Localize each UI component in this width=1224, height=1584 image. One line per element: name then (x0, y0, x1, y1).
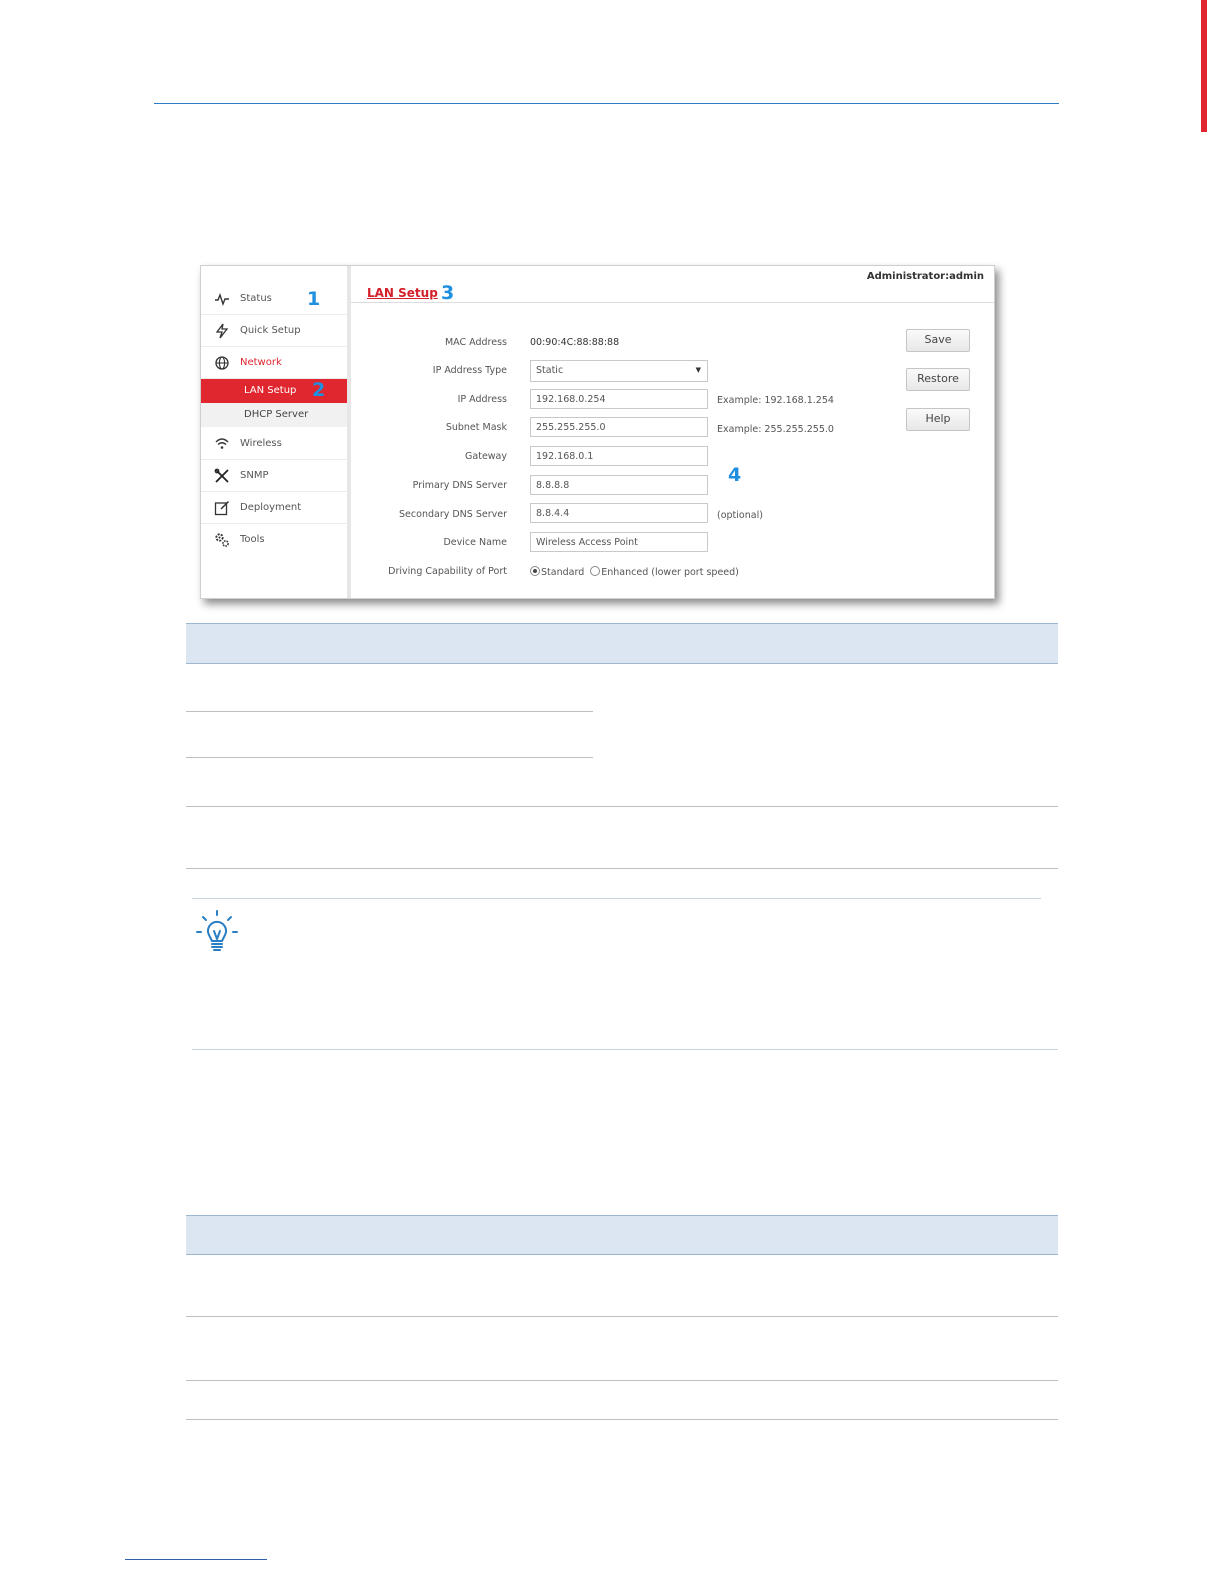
sidebar-item-status[interactable]: Status (201, 283, 347, 315)
wifi-icon (215, 438, 229, 449)
lightbulb-icon (196, 910, 238, 951)
secondary-dns-label: Secondary DNS Server (399, 509, 507, 520)
gateway-input[interactable]: 192.168.0.1 (530, 446, 708, 466)
callout-number: 1 (307, 288, 321, 310)
sidebar-item-label: Deployment (240, 502, 302, 513)
ip-address-input[interactable]: 192.168.0.254 (530, 389, 708, 409)
tip-top-rule (192, 898, 1041, 899)
table-header-row (186, 623, 1058, 664)
tip-bottom-rule (192, 1049, 1058, 1050)
page-edge-tab (1201, 0, 1207, 132)
enhanced-radio[interactable] (590, 566, 601, 576)
driving-capability-options: Standard Enhanced (lower port speed) (530, 566, 739, 578)
secondary-dns-hint: (optional) (717, 510, 763, 521)
edit-icon (214, 500, 230, 516)
subnet-mask-hint: Example: 255.255.255.0 (717, 424, 834, 435)
table-row-divider (186, 757, 593, 758)
sidebar-item-label: Tools (240, 534, 265, 545)
gateway-label: Gateway (465, 451, 507, 462)
header-rule (154, 103, 1059, 104)
admin-label: Administrator:admin (866, 271, 984, 282)
callout-number: 3 (441, 282, 455, 304)
primary-dns-label: Primary DNS Server (412, 480, 507, 491)
sidebar-item-label: Wireless (240, 438, 282, 449)
ip-type-label: IP Address Type (432, 365, 507, 376)
sidebar-item-label: Quick Setup (240, 325, 301, 336)
lightning-icon (215, 323, 229, 339)
table-row-divider (186, 806, 1058, 807)
save-button[interactable]: Save (906, 329, 970, 352)
table-row-divider (186, 868, 1058, 869)
standard-radio-label: Standard (541, 567, 585, 578)
enhanced-radio-label: Enhanced (lower port speed) (601, 567, 739, 578)
chevron-down-icon: ▼ (695, 366, 701, 374)
table-row-divider (186, 1316, 1058, 1317)
subnet-mask-label: Subnet Mask (445, 422, 507, 433)
mac-address-value: 00:90:4C:88:88:88 (530, 337, 620, 348)
lan-setup-screenshot: Status Quick Setup Network LAN Setup DHC… (200, 265, 995, 599)
sidebar-item-label: Network (240, 357, 282, 368)
table-row-divider (186, 711, 593, 712)
footer-rule (125, 1559, 267, 1560)
ip-type-selected: Static (536, 365, 564, 376)
page-title: LAN Setup (367, 286, 438, 300)
tools-cross-icon (214, 468, 229, 483)
standard-radio[interactable] (530, 566, 540, 576)
ip-address-hint: Example: 192.168.1.254 (717, 395, 834, 406)
device-name-input[interactable]: Wireless Access Point (530, 532, 708, 552)
mac-address-label: MAC Address (444, 337, 507, 348)
ip-address-label: IP Address (457, 394, 507, 405)
pulse-icon (215, 292, 229, 307)
restore-button[interactable]: Restore (906, 368, 970, 391)
callout-number: 4 (728, 464, 742, 486)
device-name-label: Device Name (443, 537, 507, 548)
sidebar-item-label: SNMP (240, 470, 269, 481)
primary-dns-input[interactable]: 8.8.8.8 (530, 475, 708, 495)
title-divider (351, 302, 994, 303)
main-panel: Administrator:admin LAN Setup 3 MAC Addr… (351, 266, 994, 598)
sidebar-subitem-label: DHCP Server (244, 409, 309, 420)
subnet-mask-input[interactable]: 255.255.255.0 (530, 417, 708, 437)
table-row-divider (186, 1419, 1058, 1420)
globe-icon (215, 356, 229, 370)
sidebar-subitem-label: LAN Setup (244, 385, 297, 396)
help-button[interactable]: Help (906, 408, 970, 431)
driving-capability-label: Driving Capability of Port (388, 566, 507, 577)
secondary-dns-input[interactable]: 8.8.4.4 (530, 503, 708, 523)
table-row-divider (186, 1380, 1058, 1381)
sidebar-item-label: Status (240, 293, 272, 304)
ip-type-select[interactable]: Static ▼ (530, 360, 708, 382)
gears-icon (215, 533, 229, 547)
table-header-row (186, 1215, 1058, 1255)
